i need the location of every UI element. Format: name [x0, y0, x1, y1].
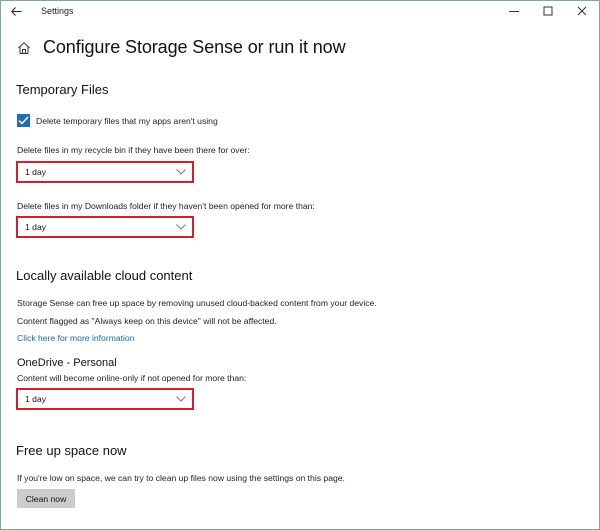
section-heading-free-up-space: Free up space now — [16, 443, 127, 458]
downloads-dropdown-value: 1 day — [25, 222, 47, 232]
recycle-bin-label: Delete files in my recycle bin if they h… — [17, 145, 250, 155]
close-button[interactable] — [565, 1, 599, 23]
downloads-label: Delete files in my Downloads folder if t… — [17, 201, 315, 211]
onedrive-dropdown[interactable]: 1 day — [16, 388, 194, 410]
home-icon[interactable] — [16, 40, 32, 56]
settings-window: Settings Configure Storage Sense or run … — [0, 0, 600, 530]
chevron-down-icon — [176, 395, 186, 403]
page-title: Configure Storage Sense or run it now — [43, 37, 346, 57]
onedrive-title: OneDrive - Personal — [17, 357, 117, 369]
delete-temp-files-label: Delete temporary files that my apps aren… — [36, 115, 218, 126]
app-title: Settings — [41, 6, 74, 16]
cloud-description-1: Storage Sense can free up space by remov… — [17, 298, 377, 308]
onedrive-label: Content will become online-only if not o… — [17, 373, 247, 383]
minimize-icon — [509, 3, 519, 21]
close-icon — [577, 3, 587, 21]
back-arrow-icon — [10, 3, 22, 21]
delete-temp-files-checkbox-row[interactable]: Delete temporary files that my apps aren… — [17, 114, 218, 127]
page-header: Configure Storage Sense or run it now — [16, 37, 346, 58]
title-bar: Settings — [1, 1, 599, 25]
minimize-button[interactable] — [497, 1, 531, 23]
chevron-down-icon — [176, 168, 186, 176]
back-button[interactable] — [5, 2, 27, 22]
chevron-down-icon — [176, 223, 186, 231]
onedrive-dropdown-value: 1 day — [25, 394, 47, 404]
cloud-description-2: Content flagged as "Always keep on this … — [17, 316, 277, 326]
section-heading-temporary-files: Temporary Files — [16, 82, 109, 97]
clean-now-button[interactable]: Clean now — [17, 489, 75, 508]
checkmark-icon — [18, 116, 29, 125]
downloads-dropdown[interactable]: 1 day — [16, 216, 194, 238]
recycle-bin-dropdown-value: 1 day — [25, 167, 47, 177]
window-controls — [497, 1, 599, 23]
maximize-icon — [543, 3, 553, 21]
free-up-description: If you're low on space, we can try to cl… — [17, 473, 345, 483]
delete-temp-files-checkbox[interactable] — [17, 114, 30, 127]
more-info-link[interactable]: Click here for more information — [17, 333, 135, 343]
maximize-button[interactable] — [531, 1, 565, 23]
section-heading-cloud-content: Locally available cloud content — [16, 268, 193, 283]
recycle-bin-dropdown[interactable]: 1 day — [16, 161, 194, 183]
